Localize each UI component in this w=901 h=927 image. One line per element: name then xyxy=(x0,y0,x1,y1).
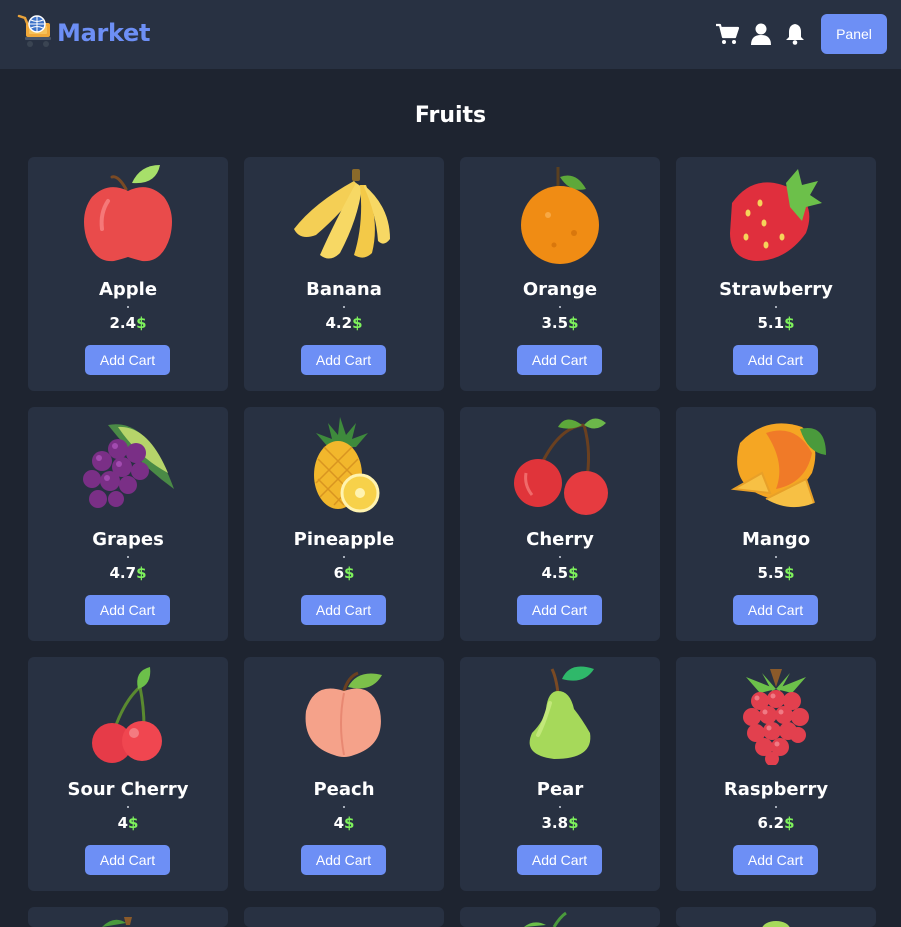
product-name: Mango xyxy=(741,529,811,550)
product-card: Raspberry 6.2$ Add Cart xyxy=(676,657,876,891)
product-card: Orange 3.5$ Add Cart xyxy=(460,157,660,391)
product-name: Cherry xyxy=(526,529,594,550)
product-price: 4$ xyxy=(117,814,139,832)
sour-cherry-icon xyxy=(78,663,178,765)
pear-icon xyxy=(510,663,610,765)
fruit-stem-icon xyxy=(524,911,567,927)
divider-dot xyxy=(343,556,345,558)
strawberry-icon xyxy=(726,163,826,265)
product-price: 5.1$ xyxy=(757,314,795,332)
cherry-icon xyxy=(510,413,610,515)
divider-dot xyxy=(559,306,561,308)
divider-dot xyxy=(775,306,777,308)
add-cart-button[interactable]: Add Cart xyxy=(85,345,170,375)
market-cart-logo-icon xyxy=(17,13,55,53)
product-card: Pineapple 6$ Add Cart xyxy=(244,407,444,641)
product-name: Banana xyxy=(306,279,382,300)
add-cart-button[interactable]: Add Cart xyxy=(733,845,818,875)
cart-icon[interactable] xyxy=(715,22,739,46)
fruit-top-icon xyxy=(762,921,790,927)
product-card: Apple 2.4$ Add Cart xyxy=(28,157,228,391)
fruit-leaf-icon xyxy=(102,917,132,927)
product-name: Apple xyxy=(98,279,158,300)
product-price: 3.5$ xyxy=(541,314,579,332)
product-card-partial xyxy=(676,907,876,927)
product-card: Grapes 4.7$ Add Cart xyxy=(28,407,228,641)
raspberry-icon xyxy=(726,663,826,766)
peach-icon xyxy=(294,663,394,765)
product-name: Sour Cherry xyxy=(67,779,189,800)
add-cart-button[interactable]: Add Cart xyxy=(733,345,818,375)
product-price: 6$ xyxy=(333,564,355,582)
add-cart-button[interactable]: Add Cart xyxy=(517,595,602,625)
add-cart-button[interactable]: Add Cart xyxy=(85,595,170,625)
product-name: Strawberry xyxy=(719,279,833,300)
divider-dot xyxy=(127,806,129,808)
divider-dot xyxy=(127,306,129,308)
add-cart-button[interactable]: Add Cart xyxy=(301,595,386,625)
divider-dot xyxy=(559,806,561,808)
grapes-icon xyxy=(78,413,178,515)
product-card-partial xyxy=(244,907,444,927)
page-title: Fruits xyxy=(414,103,487,128)
user-icon[interactable] xyxy=(749,22,773,46)
product-name: Orange xyxy=(522,279,598,300)
bell-icon[interactable] xyxy=(783,22,807,46)
apple-icon xyxy=(78,163,178,265)
add-cart-button[interactable]: Add Cart xyxy=(301,845,386,875)
product-grid: Apple 2.4$ Add Cart Banana 4.2$ Add Cart xyxy=(28,157,876,891)
banana-icon xyxy=(294,163,394,265)
brand-title: Market xyxy=(57,19,151,47)
product-card: Sour Cherry 4$ Add Cart xyxy=(28,657,228,891)
product-card-partial xyxy=(28,907,228,927)
product-card: Mango 5.5$ Add Cart xyxy=(676,407,876,641)
product-name: Peach xyxy=(313,779,375,800)
product-name: Pineapple xyxy=(293,529,395,550)
product-price: 4$ xyxy=(333,814,355,832)
product-card: Pear 3.8$ Add Cart xyxy=(460,657,660,891)
add-cart-button[interactable]: Add Cart xyxy=(733,595,818,625)
product-card: Peach 4$ Add Cart xyxy=(244,657,444,891)
product-price: 2.4$ xyxy=(109,314,147,332)
divider-dot xyxy=(559,556,561,558)
add-cart-button[interactable]: Add Cart xyxy=(301,345,386,375)
product-card: Cherry 4.5$ Add Cart xyxy=(460,407,660,641)
divider-dot xyxy=(343,306,345,308)
navbar: Market Panel xyxy=(0,0,901,69)
product-name: Grapes xyxy=(92,529,164,550)
orange-icon xyxy=(510,163,610,265)
pineapple-icon xyxy=(294,413,394,515)
nav-actions: Panel xyxy=(715,14,887,54)
product-card-partial xyxy=(460,907,660,927)
divider-dot xyxy=(343,806,345,808)
brand[interactable]: Market xyxy=(17,13,151,53)
add-cart-button[interactable]: Add Cart xyxy=(85,845,170,875)
product-price: 5.5$ xyxy=(757,564,795,582)
divider-dot xyxy=(127,556,129,558)
add-cart-button[interactable]: Add Cart xyxy=(517,845,602,875)
product-price: 4.7$ xyxy=(109,564,147,582)
product-card: Banana 4.2$ Add Cart xyxy=(244,157,444,391)
product-name: Pear xyxy=(536,779,584,800)
product-price: 4.5$ xyxy=(541,564,579,582)
product-price: 4.2$ xyxy=(325,314,363,332)
divider-dot xyxy=(775,806,777,808)
divider-dot xyxy=(775,556,777,558)
mango-icon xyxy=(726,413,826,515)
product-price: 6.2$ xyxy=(757,814,795,832)
panel-button[interactable]: Panel xyxy=(821,14,887,54)
product-name: Raspberry xyxy=(723,779,829,800)
product-price: 3.8$ xyxy=(541,814,579,832)
add-cart-button[interactable]: Add Cart xyxy=(517,345,602,375)
product-card: Strawberry 5.1$ Add Cart xyxy=(676,157,876,391)
